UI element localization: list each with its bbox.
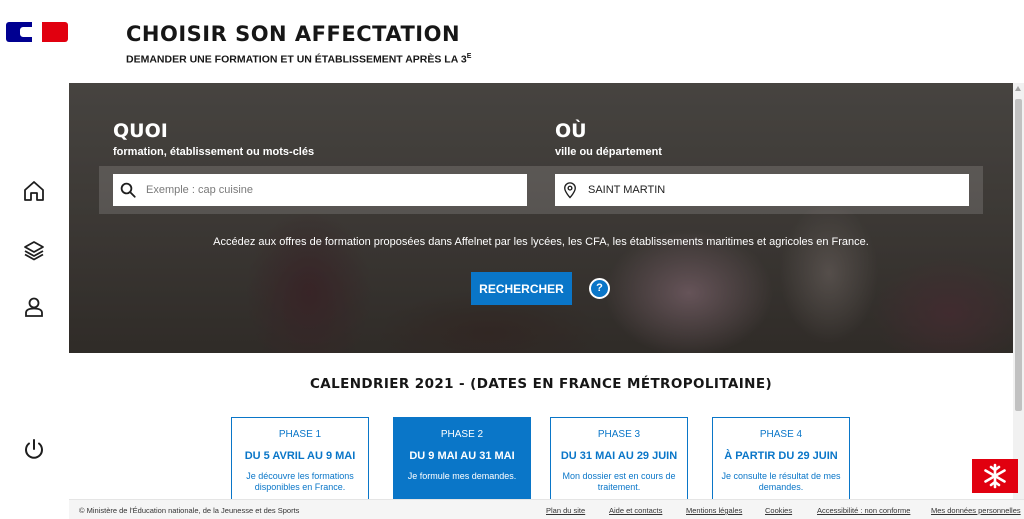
- page: CHOISIR SON AFFECTATION DEMANDER UNE FOR…: [0, 0, 1024, 519]
- page-title: CHOISIR SON AFFECTATION: [126, 22, 461, 46]
- phase-name: PHASE 1: [278, 429, 322, 440]
- phase-dates: DU 9 MAI AU 31 MAI: [409, 450, 515, 462]
- marianne-logo[interactable]: [6, 22, 68, 42]
- page-subtitle: DEMANDER UNE FORMATION ET UN ÉTABLISSEME…: [126, 53, 471, 66]
- what-field[interactable]: [113, 174, 527, 206]
- layers-icon[interactable]: [22, 238, 46, 262]
- footer-link-plan[interactable]: Plan du site: [546, 506, 585, 515]
- what-input[interactable]: [146, 184, 506, 196]
- phase-name: PHASE 2: [440, 429, 484, 440]
- footer-link-aide[interactable]: Aide et contacts: [609, 506, 662, 515]
- scroll-up-arrow-icon[interactable]: [1015, 86, 1021, 91]
- phase-description: Je consulte le résultat de mes demandes.: [721, 471, 841, 492]
- phase-card-4[interactable]: PHASE 4 À PARTIR DU 29 JUIN Je consulte …: [712, 417, 850, 507]
- phase-card-1[interactable]: PHASE 1 DU 5 AVRIL AU 9 MAI Je découvre …: [231, 417, 369, 507]
- phase-card-2[interactable]: PHASE 2 DU 9 MAI AU 31 MAI Je formule me…: [393, 417, 531, 507]
- phase-name: PHASE 3: [597, 429, 641, 440]
- page-scrollbar[interactable]: [1013, 83, 1024, 509]
- footer-link-cookies[interactable]: Cookies: [765, 506, 792, 515]
- footer: © Ministère de l'Éducation nationale, de…: [69, 499, 1024, 519]
- phase-description: Je découvre les formations disponibles e…: [246, 471, 354, 492]
- phase-dates: DU 5 AVRIL AU 9 MAI: [244, 450, 356, 462]
- where-label: OÙ: [555, 120, 587, 142]
- footer-copyright: © Ministère de l'Éducation nationale, de…: [79, 506, 300, 515]
- phase-name: PHASE 4: [759, 429, 803, 440]
- help-button[interactable]: ?: [589, 278, 610, 299]
- phase-description: Mon dossier est en cours de traitement.: [562, 471, 676, 492]
- home-icon[interactable]: [22, 179, 46, 203]
- where-sublabel: ville ou département: [555, 146, 662, 158]
- where-field[interactable]: [555, 174, 969, 206]
- accessibility-logo-icon: [984, 463, 1006, 489]
- where-input[interactable]: [588, 184, 948, 196]
- search-hero: QUOI formation, établissement ou mots-cl…: [69, 83, 1013, 353]
- location-pin-icon: [564, 182, 576, 199]
- phase-dates: DU 31 MAI AU 29 JUIN: [560, 450, 678, 462]
- search-info-text: Accédez aux offres de formation proposée…: [213, 236, 869, 248]
- user-icon[interactable]: [22, 295, 46, 319]
- power-icon[interactable]: [22, 437, 46, 461]
- footer-link-mentions[interactable]: Mentions légales: [686, 506, 742, 515]
- page-subtitle-text: DEMANDER UNE FORMATION ET UN ÉTABLISSEME…: [126, 53, 467, 66]
- calendar-title: CALENDRIER 2021 - (DATES EN FRANCE MÉTRO…: [309, 376, 773, 392]
- footer-link-accessibilite[interactable]: Accessibilité : non conforme: [817, 506, 910, 515]
- scrollbar-thumb[interactable]: [1015, 99, 1022, 411]
- what-sublabel: formation, établissement ou mots-clés: [113, 146, 315, 158]
- page-subtitle-sup: E: [466, 53, 472, 60]
- accessibility-widget-button[interactable]: [972, 459, 1018, 493]
- what-label: QUOI: [113, 120, 168, 142]
- footer-link-donnees[interactable]: Mes données personnelles: [931, 506, 1021, 515]
- phase-card-3[interactable]: PHASE 3 DU 31 MAI AU 29 JUIN Mon dossier…: [550, 417, 688, 507]
- phase-dates: À PARTIR DU 29 JUIN: [724, 450, 838, 462]
- search-icon: [120, 182, 136, 198]
- search-button[interactable]: RECHERCHER: [471, 272, 572, 305]
- phase-description: Je formule mes demandes.: [407, 471, 517, 481]
